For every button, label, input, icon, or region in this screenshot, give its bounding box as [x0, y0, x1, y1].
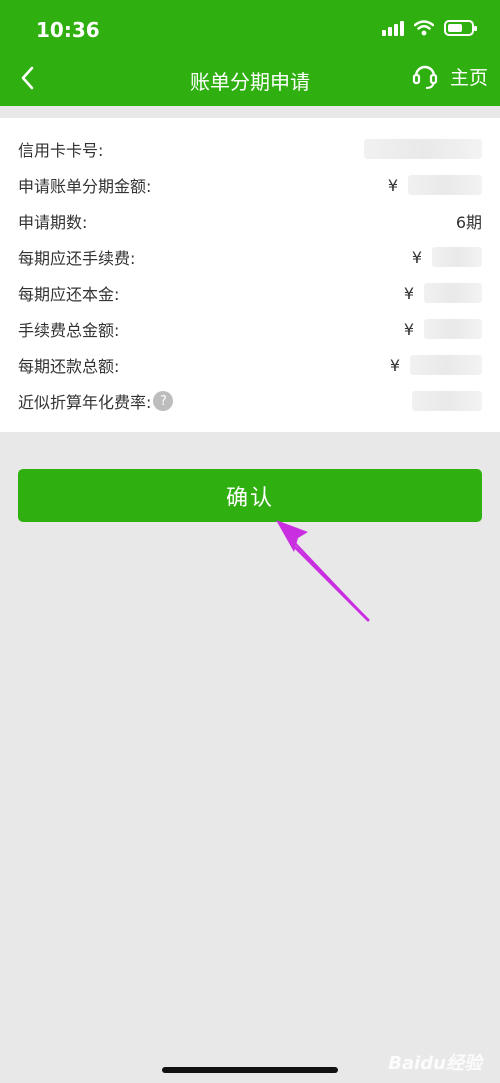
wifi-icon	[414, 20, 434, 36]
signal-icon	[382, 20, 404, 36]
currency-sign: ¥	[389, 355, 400, 375]
currency-sign: ¥	[411, 247, 422, 267]
masked-value	[424, 319, 482, 339]
battery-icon	[444, 20, 477, 36]
currency-sign: ¥	[403, 283, 414, 303]
masked-value	[364, 139, 482, 159]
masked-value	[412, 391, 482, 411]
masked-value	[408, 175, 482, 195]
row-label: 每期还款总额:	[18, 357, 120, 376]
headset-icon	[412, 65, 438, 89]
masked-value	[424, 283, 482, 303]
top-bar: 10:36 账单分期申请 主页	[0, 0, 500, 106]
row-label: 每期应还手续费:	[18, 249, 136, 268]
detail-card: 信用卡卡号: 申请账单分期金额: ¥ 申请期数: 6期 每期应还手续费: ¥ 每…	[0, 118, 500, 432]
row-label: 申请账单分期金额:	[18, 177, 152, 196]
masked-value	[410, 355, 482, 375]
status-time: 10:36	[36, 18, 100, 42]
row-card-number: 信用卡卡号:	[18, 131, 482, 167]
row-label: 手续费总金额:	[18, 321, 120, 340]
row-period-total: 每期还款总额: ¥	[18, 347, 482, 383]
home-indicator	[162, 1067, 338, 1073]
row-periods: 申请期数: 6期	[18, 203, 482, 239]
periods-value: 6期	[455, 213, 482, 232]
currency-sign: ¥	[387, 175, 398, 195]
currency-sign: ¥	[403, 319, 414, 339]
watermark: Baidu经验	[388, 1053, 482, 1074]
help-icon[interactable]: ?	[153, 391, 174, 411]
row-annual-rate: 近似折算年化费率:?	[18, 383, 482, 419]
status-icons	[382, 20, 477, 36]
row-label: 申请期数:	[18, 213, 88, 232]
row-installment-amount: 申请账单分期金额: ¥	[18, 167, 482, 203]
home-button[interactable]: 主页	[412, 62, 488, 90]
row-period-principal: 每期应还本金: ¥	[18, 275, 482, 311]
annotation-arrow-icon	[276, 520, 370, 622]
row-label: 每期应还本金:	[18, 285, 120, 304]
home-label: 主页	[449, 66, 488, 89]
confirm-button[interactable]: 确认	[18, 469, 482, 522]
row-period-fee: 每期应还手续费: ¥	[18, 239, 482, 275]
masked-value	[432, 247, 482, 267]
row-label: 近似折算年化费率:	[18, 393, 152, 412]
row-total-fee: 手续费总金额: ¥	[18, 311, 482, 347]
row-label: 信用卡卡号:	[18, 141, 104, 160]
